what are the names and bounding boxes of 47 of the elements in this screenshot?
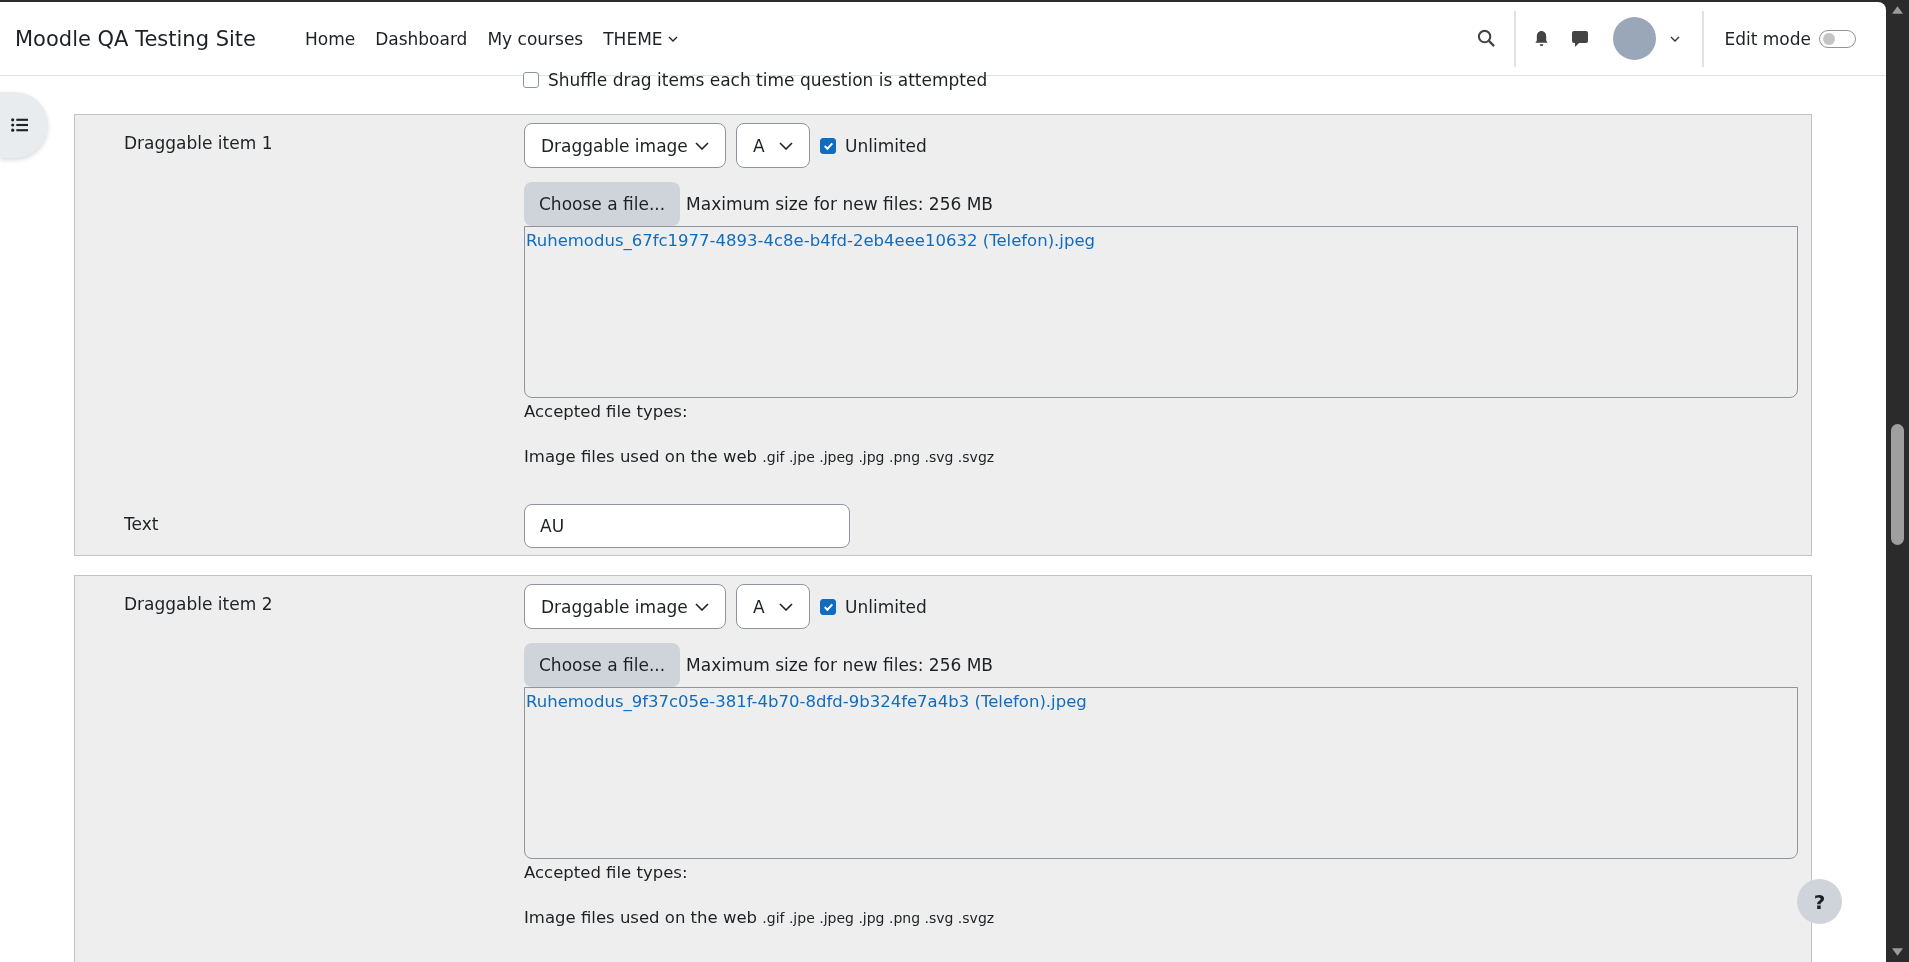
file-extensions: .gif .jpe .jpeg .jpg .png .svg .svgz bbox=[762, 910, 995, 926]
site-name[interactable]: Moodle QA Testing Site bbox=[15, 26, 256, 51]
course-index-button[interactable] bbox=[0, 92, 48, 158]
scroll-down-icon[interactable] bbox=[1892, 948, 1903, 956]
bell-icon[interactable] bbox=[1534, 30, 1550, 47]
search-icon[interactable] bbox=[1477, 29, 1497, 48]
choose-file-button[interactable]: Choose a file... bbox=[524, 182, 681, 226]
choose-file-button[interactable]: Choose a file... bbox=[524, 643, 681, 687]
accepted-types-label: Accepted file types: bbox=[524, 402, 689, 421]
unlimited-label: Unlimited bbox=[845, 596, 927, 617]
chat-icon[interactable] bbox=[1571, 29, 1590, 48]
nav-link[interactable]: Dashboard bbox=[365, 28, 478, 49]
accepted-types-description: Image files used on the web bbox=[524, 908, 758, 927]
text-label: Text bbox=[124, 514, 159, 534]
nav-link[interactable]: My courses bbox=[477, 28, 594, 49]
file-link[interactable]: Ruhemodus_67fc1977-4893-4c8e-b4fd-2eb4eee10632 (Telefon).jpeg bbox=[526, 231, 1096, 250]
unlimited-checkbox[interactable] bbox=[820, 137, 836, 154]
chevron-down-icon bbox=[695, 602, 709, 611]
type-select[interactable]: Draggable image bbox=[524, 123, 726, 168]
chevron-down-icon bbox=[779, 602, 793, 611]
unlimited-label: Unlimited bbox=[845, 135, 927, 156]
scroll-up-icon[interactable] bbox=[1892, 6, 1903, 14]
accepted-types-label: Accepted file types: bbox=[524, 863, 689, 882]
item-label: Draggable item 1 bbox=[124, 133, 273, 153]
group-select[interactable]: A bbox=[736, 584, 810, 629]
shuffle-checkbox[interactable] bbox=[523, 72, 539, 88]
group-select[interactable]: A bbox=[736, 123, 810, 168]
caret-icon bbox=[667, 36, 678, 42]
chevron-down-icon bbox=[695, 141, 709, 150]
edit-mode-label: Edit mode bbox=[1724, 28, 1811, 49]
file-link[interactable]: Ruhemodus_9f37c05e-381f-4b70-8dfd-9b324fe7a4b3 (Telefon).jpeg bbox=[526, 692, 1087, 711]
nav-link[interactable]: Home bbox=[294, 28, 366, 49]
file-extensions: .gif .jpe .jpeg .jpg .png .svg .svgz bbox=[762, 449, 995, 465]
edit-mode-toggle[interactable] bbox=[1819, 29, 1856, 48]
type-select[interactable]: Draggable image bbox=[524, 584, 726, 629]
caret-icon[interactable] bbox=[1670, 35, 1681, 42]
text-input[interactable]: AU bbox=[524, 504, 850, 548]
accepted-types-description: Image files used on the web bbox=[524, 447, 758, 466]
chevron-down-icon bbox=[779, 141, 793, 150]
max-size-text: Maximum size for new files: 256 MB bbox=[686, 655, 993, 675]
nav-link[interactable]: THEME bbox=[593, 28, 688, 49]
max-size-text: Maximum size for new files: 256 MB bbox=[686, 194, 993, 214]
scroll-thumb[interactable] bbox=[1891, 424, 1904, 545]
list-icon bbox=[10, 118, 28, 132]
unlimited-checkbox[interactable] bbox=[820, 598, 836, 615]
item-label: Draggable item 2 bbox=[124, 594, 273, 614]
shuffle-label: Shuffle drag items each time question is attempted bbox=[548, 70, 988, 90]
